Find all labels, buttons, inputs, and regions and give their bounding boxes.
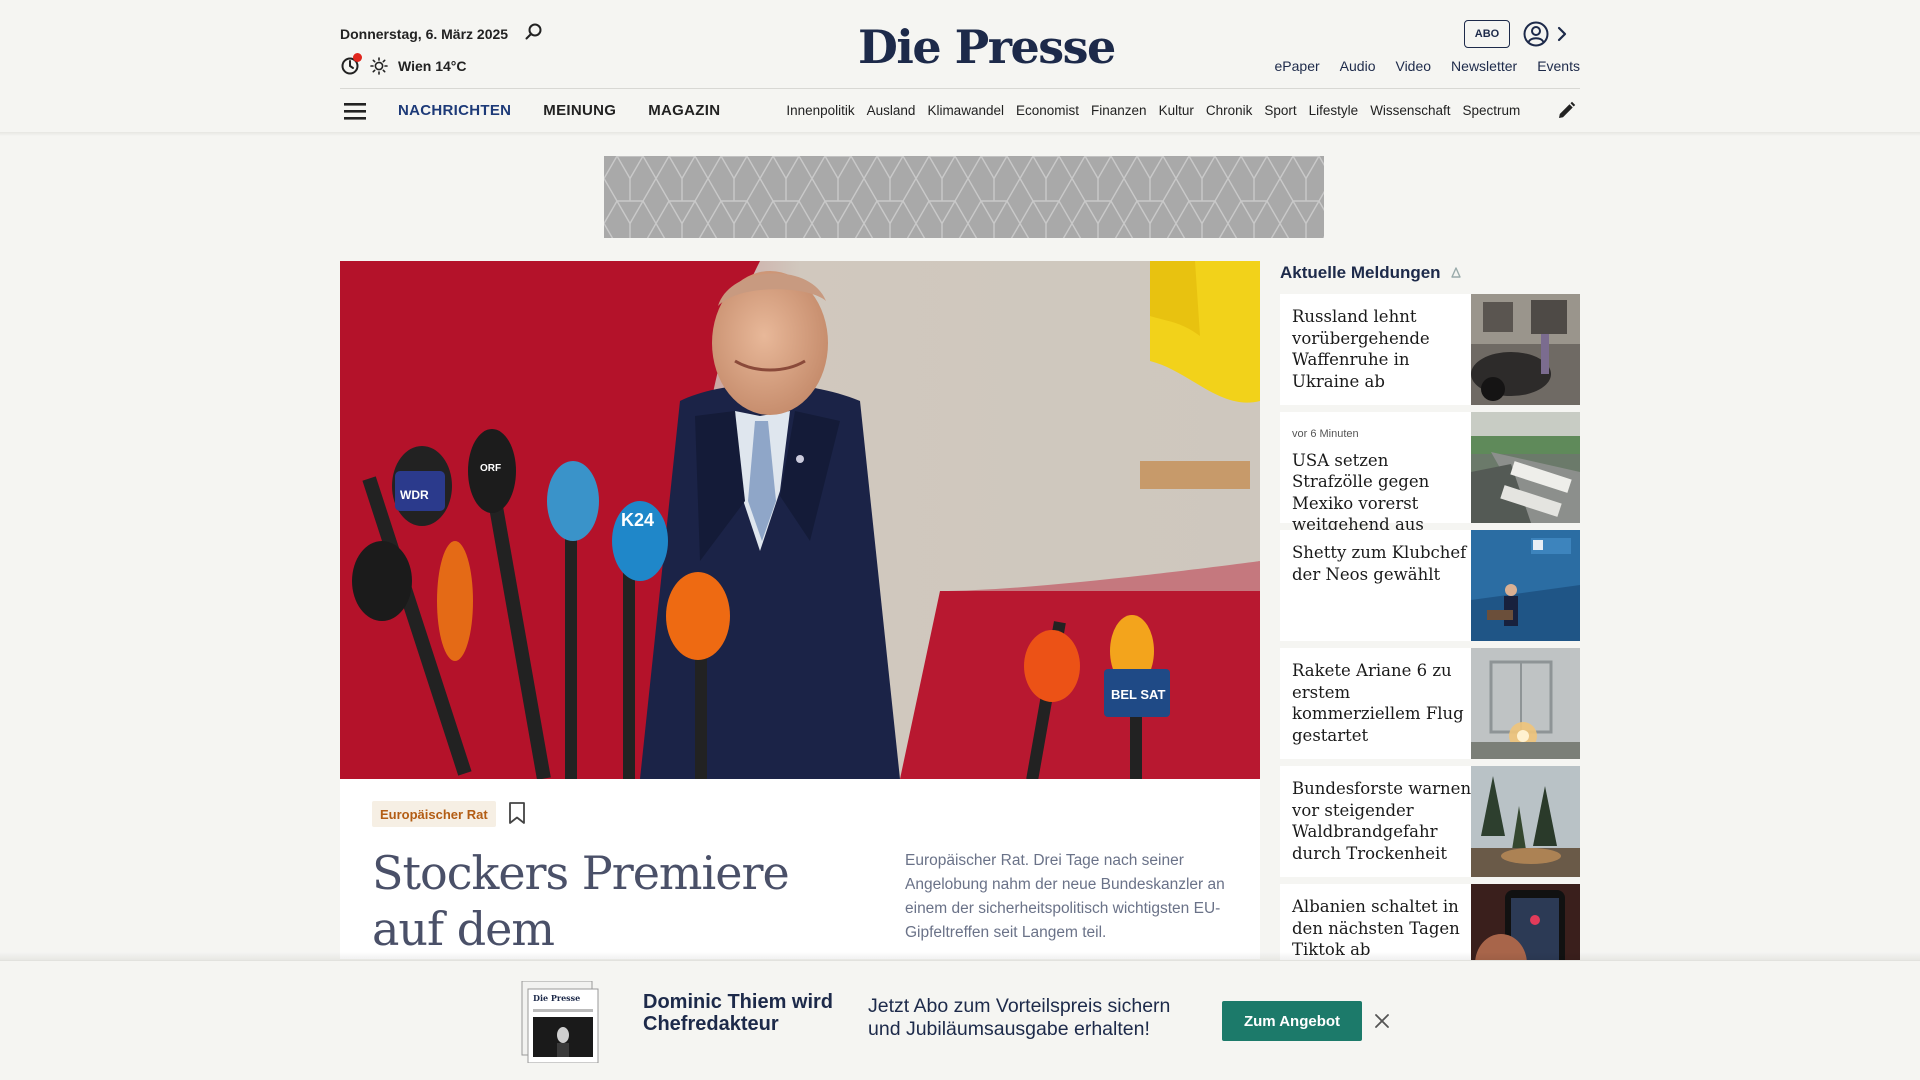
lead-article[interactable]: WDR ORF K24 BEL SAT bbox=[340, 261, 1260, 781]
news-item[interactable]: Russland lehnt vorübergehende Waffenruhe… bbox=[1280, 294, 1580, 405]
news-item-thumbnail[interactable] bbox=[1471, 412, 1580, 523]
link-events[interactable]: Events bbox=[1537, 58, 1580, 74]
news-item-text: Shetty zum Klubchef der Neos gewählt bbox=[1292, 542, 1472, 585]
link-epaper[interactable]: ePaper bbox=[1275, 58, 1320, 74]
lead-article-card: Europäischer Rat Stockers Premiere auf d… bbox=[340, 779, 1260, 959]
lead-article-headline[interactable]: Stockers Premiere auf dem bbox=[372, 845, 792, 957]
pencil-icon[interactable] bbox=[1556, 101, 1576, 121]
search-icon[interactable] bbox=[524, 22, 544, 42]
news-item-thumbnail[interactable] bbox=[1471, 766, 1580, 877]
main-navigation: NACHRICHTEN MEINUNG MAGAZIN Innenpolitik… bbox=[340, 88, 1580, 132]
newspaper-logo: Die Presse bbox=[533, 993, 580, 1003]
nav-lifestyle[interactable]: Lifestyle bbox=[1309, 103, 1359, 118]
news-list: Russland lehnt vorübergehende Waffenruhe… bbox=[1280, 294, 1580, 995]
nav-shadow bbox=[0, 132, 1920, 136]
link-audio[interactable]: Audio bbox=[1340, 58, 1376, 74]
nav-spectrum[interactable]: Spectrum bbox=[1462, 103, 1520, 118]
news-item-title[interactable]: Albanien schaltet in den nächsten Tagen … bbox=[1292, 897, 1460, 959]
nav-innenpolitik[interactable]: Innenpolitik bbox=[786, 103, 854, 118]
banner-text: Jetzt Abo zum Vorteilspreis sichern und … bbox=[868, 995, 1171, 1040]
news-item-title[interactable]: Rakete Ariane 6 zu erstem kommerziellem … bbox=[1292, 661, 1464, 745]
notification-dot bbox=[353, 53, 362, 62]
news-item-text: Bundesforste warnen vor steigender Waldb… bbox=[1292, 778, 1472, 864]
news-item-thumbnail[interactable] bbox=[1471, 294, 1580, 405]
nav-kultur[interactable]: Kultur bbox=[1159, 103, 1194, 118]
ad-placeholder bbox=[604, 156, 1324, 238]
banner-headline: Dominic Thiem wird Chefredakteur bbox=[643, 991, 834, 1035]
user-icon[interactable] bbox=[1522, 20, 1570, 48]
sun-icon bbox=[370, 57, 388, 75]
sidebar-title-text: Aktuelle Meldungen bbox=[1280, 263, 1441, 282]
nav-nachrichten[interactable]: NACHRICHTEN bbox=[398, 102, 511, 119]
weather-row: Wien 14°C bbox=[340, 53, 467, 76]
nav-finanzen[interactable]: Finanzen bbox=[1091, 103, 1147, 118]
news-item-thumbnail[interactable] bbox=[1471, 648, 1580, 759]
site-logo[interactable]: Die Presse bbox=[858, 20, 1116, 74]
news-item-text: vor 6 Minuten USA setzen Strafzölle gege… bbox=[1292, 424, 1472, 536]
category-badge[interactable]: Europäischer Rat bbox=[372, 801, 496, 827]
nav-magazin[interactable]: MAGAZIN bbox=[648, 102, 720, 119]
mic-label-k24: K24 bbox=[621, 510, 654, 530]
clock-icon[interactable] bbox=[340, 53, 362, 76]
news-item-title[interactable]: Bundesforste warnen vor steigender Waldb… bbox=[1292, 779, 1471, 863]
subscription-banner: Die Presse Dominic Thiem wird Chefredakt… bbox=[0, 960, 1920, 1080]
mic-label-wdr: WDR bbox=[400, 488, 429, 502]
banner-shadow bbox=[0, 952, 1920, 960]
bookmark-icon[interactable] bbox=[508, 801, 526, 825]
nav-sport[interactable]: Sport bbox=[1264, 103, 1296, 118]
current-date: Donnerstag, 6. März 2025 bbox=[340, 26, 509, 42]
offer-button[interactable]: Zum Angebot bbox=[1222, 1001, 1362, 1041]
latest-news-sidebar: Aktuelle Meldungen Russland lehnt vorübe… bbox=[1280, 261, 1580, 1002]
nav-klimawandel[interactable]: Klimawandel bbox=[927, 103, 1004, 118]
news-item-title[interactable]: Shetty zum Klubchef der Neos gewählt bbox=[1292, 543, 1466, 584]
nav-main: NACHRICHTEN MEINUNG MAGAZIN bbox=[398, 102, 720, 119]
mic-label-orf: ORF bbox=[480, 463, 501, 474]
menu-icon[interactable] bbox=[344, 101, 368, 121]
news-item-time: vor 6 Minuten bbox=[1292, 428, 1359, 440]
lead-article-image[interactable]: WDR ORF K24 BEL SAT bbox=[340, 261, 1260, 779]
chevron-right-icon bbox=[1557, 26, 1567, 42]
nav-meinung[interactable]: MEINUNG bbox=[543, 102, 616, 119]
news-item-text: Rakete Ariane 6 zu erstem kommerziellem … bbox=[1292, 660, 1472, 746]
abo-button[interactable]: ABO bbox=[1464, 20, 1510, 48]
close-icon[interactable] bbox=[1373, 1012, 1391, 1030]
news-item[interactable]: vor 6 Minuten USA setzen Strafzölle gege… bbox=[1280, 412, 1580, 534]
news-item-thumbnail[interactable] bbox=[1471, 530, 1580, 641]
news-item-text: Russland lehnt vorübergehende Waffenruhe… bbox=[1292, 306, 1472, 392]
news-item[interactable]: Rakete Ariane 6 zu erstem kommerziellem … bbox=[1280, 648, 1580, 759]
nav-economist[interactable]: Economist bbox=[1016, 103, 1079, 118]
top-links: ePaper Audio Video Newsletter Events bbox=[1275, 58, 1580, 74]
mic-label-belsat: BEL SAT bbox=[1111, 687, 1165, 702]
news-item[interactable]: Shetty zum Klubchef der Neos gewählt bbox=[1280, 530, 1580, 641]
lead-article-teaser: Europäischer Rat. Drei Tage nach seiner … bbox=[905, 852, 1225, 941]
newspaper-image: Die Presse bbox=[521, 981, 599, 1063]
nav-wissenschaft[interactable]: Wissenschaft bbox=[1370, 103, 1450, 118]
news-item-text: Albanien schaltet in den nächsten Tagen … bbox=[1292, 896, 1472, 961]
sidebar-title: Aktuelle Meldungen bbox=[1280, 261, 1580, 285]
pulse-icon bbox=[1450, 267, 1461, 278]
site-header: Donnerstag, 6. März 2025 Wien 14°C Die P… bbox=[340, 0, 1580, 88]
weather-text[interactable]: Wien 14°C bbox=[398, 58, 467, 74]
news-item-title[interactable]: Russland lehnt vorübergehende Waffenruhe… bbox=[1292, 307, 1430, 391]
nav-ausland[interactable]: Ausland bbox=[867, 103, 916, 118]
news-item[interactable]: Bundesforste warnen vor steigender Waldb… bbox=[1280, 766, 1580, 877]
nav-chronik[interactable]: Chronik bbox=[1206, 103, 1253, 118]
nav-sections: Innenpolitik Ausland Klimawandel Economi… bbox=[786, 103, 1550, 118]
link-video[interactable]: Video bbox=[1395, 58, 1431, 74]
link-newsletter[interactable]: Newsletter bbox=[1451, 58, 1517, 74]
news-item-title[interactable]: USA setzen Strafzölle gegen Mexiko vorer… bbox=[1292, 451, 1429, 535]
